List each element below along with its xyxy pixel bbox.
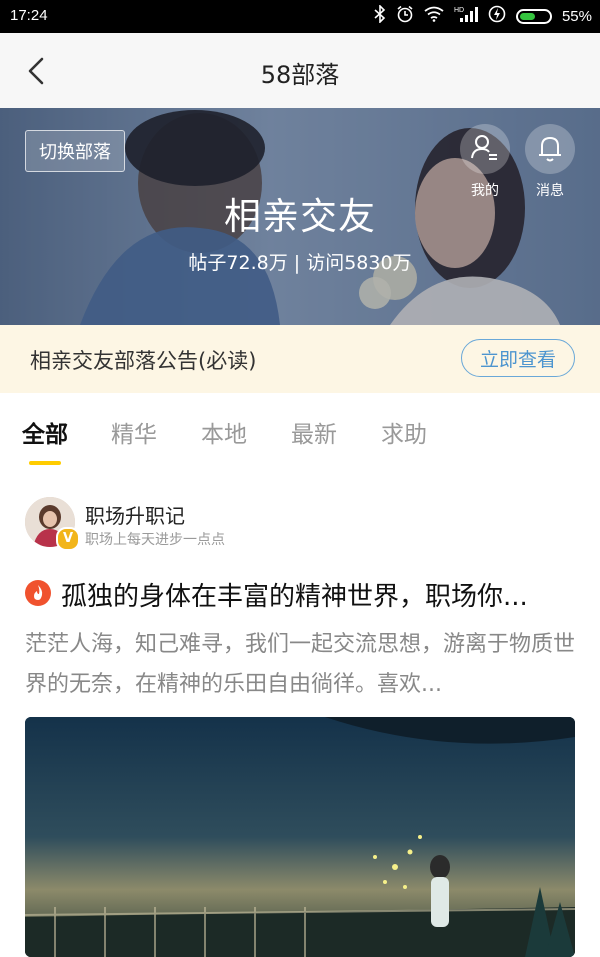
tab-all[interactable]: 全部: [22, 415, 68, 449]
tab-help[interactable]: 求助: [381, 415, 427, 449]
post-title[interactable]: 孤独的身体在丰富的精神世界，职场你...: [61, 576, 576, 613]
author-name[interactable]: 职场升职记: [85, 500, 185, 529]
status-icons: HD 55%: [374, 4, 592, 27]
nav-bar: 58部落: [0, 33, 600, 108]
announcement-bar: 相亲交友部落公告(必读) 立即查看: [0, 325, 600, 393]
battery-level: [519, 12, 536, 20]
tribe-stats: 帖子72.8万 | 访问5830万: [188, 252, 412, 274]
view-now-button[interactable]: 立即查看: [461, 339, 575, 377]
tab-local[interactable]: 本地: [201, 415, 247, 449]
switch-tribe-button[interactable]: 切换部落: [25, 130, 125, 172]
my-profile-button[interactable]: [460, 124, 510, 174]
svg-text:HD: HD: [454, 7, 464, 14]
alarm-icon: [396, 5, 414, 27]
status-bar: 17:24 HD 55%: [0, 0, 600, 33]
battery-percent: 55%: [561, 7, 592, 25]
post-excerpt: 茫茫人海，知己难寻，我们一起交流思想，游离于物质世界的无奈，在精神的乐田自由徜徉…: [25, 632, 576, 697]
signal-icon: HD: [454, 5, 478, 27]
wifi-icon: [424, 6, 444, 26]
bell-icon: [539, 137, 561, 162]
active-tab-indicator: [29, 461, 61, 465]
status-time: 17:24: [10, 7, 48, 24]
messages-button[interactable]: [525, 124, 575, 174]
page-title: 58部落: [260, 61, 340, 89]
tab-bar: 全部 精华 本地 最新 求助: [0, 393, 600, 475]
bluetooth-icon: [374, 4, 386, 27]
post-image[interactable]: [25, 717, 575, 957]
post-card[interactable]: V 职场升职记 职场上每天进步一点点 孤独的身体在丰富的精神世界，职场你... …: [0, 475, 600, 957]
charging-icon: [488, 5, 506, 27]
user-icon: [471, 135, 497, 160]
tribe-banner: 切换部落 我的 消息 相亲交友 帖子72.8万 | 访问5830万: [0, 108, 600, 325]
tab-featured[interactable]: 精华: [111, 415, 157, 449]
hot-flame-icon: [25, 580, 51, 606]
author-description: 职场上每天进步一点点: [85, 532, 225, 548]
tribe-name: 相亲交友: [224, 195, 376, 238]
tab-latest[interactable]: 最新: [291, 415, 337, 449]
verified-badge-icon: V: [56, 527, 80, 551]
battery-icon: [515, 8, 552, 24]
announcement-text[interactable]: 相亲交友部落公告(必读): [30, 345, 256, 375]
